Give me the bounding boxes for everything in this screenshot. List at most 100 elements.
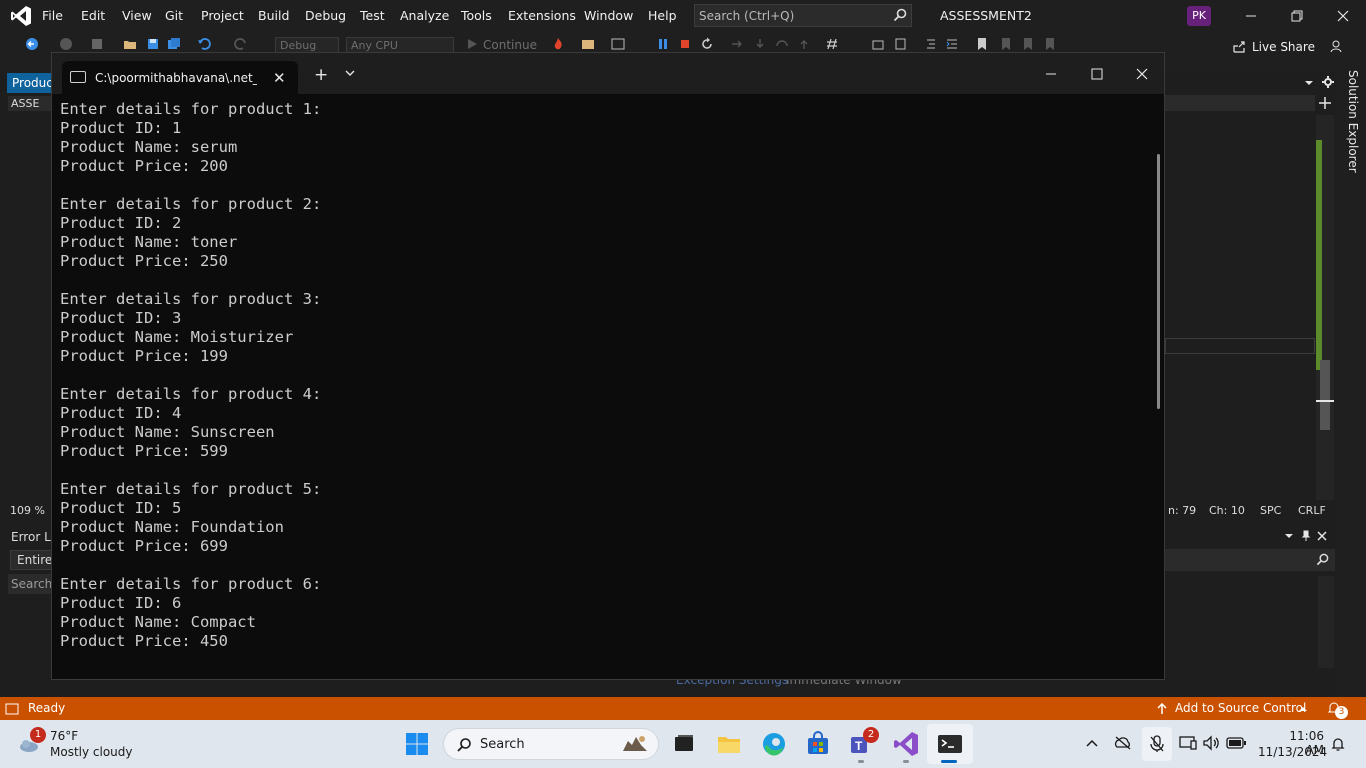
notification-center-bell-icon[interactable] <box>1330 736 1346 752</box>
vs-search-box[interactable]: Search (Ctrl+Q) <box>694 4 912 27</box>
chevron-up-icon[interactable] <box>1298 705 1308 713</box>
terminal-taskbar-icon[interactable] <box>936 730 964 758</box>
editor-tab-product[interactable]: Product <box>7 73 57 93</box>
menu-item-edit[interactable]: Edit <box>81 8 105 23</box>
terminal-tab[interactable]: C:\poormithabhavana\.net_tra ✕ <box>62 61 298 94</box>
bookmark-icon[interactable] <box>975 37 989 51</box>
terminal-close-icon[interactable] <box>1133 65 1151 83</box>
undo-icon[interactable] <box>197 37 211 51</box>
clock-date[interactable]: 11/13/2024 <box>1258 745 1327 759</box>
terminal-title-bar[interactable]: C:\poormithabhavana\.net_tra ✕ + <box>52 53 1164 94</box>
clear-bookmarks-icon[interactable] <box>1042 37 1056 51</box>
menu-item-file[interactable]: File <box>42 8 63 23</box>
column-number[interactable]: Ch: 10 <box>1209 504 1245 517</box>
open-folder-icon[interactable] <box>123 37 137 51</box>
menu-item-test[interactable]: Test <box>360 8 385 23</box>
menu-item-build[interactable]: Build <box>258 8 289 23</box>
error-list-scrollbar[interactable] <box>1318 576 1334 668</box>
menu-item-analyze[interactable]: Analyze <box>400 8 449 23</box>
weather-description[interactable]: Mostly cloudy <box>50 745 133 759</box>
navigate-back-icon[interactable] <box>25 37 39 51</box>
editor-scroll-thumb[interactable] <box>1320 360 1330 430</box>
hex-display-icon[interactable] <box>825 37 839 51</box>
breakpoint-settings-icon[interactable] <box>871 37 885 51</box>
zoom-level[interactable]: 109 % <box>10 504 45 517</box>
add-to-source-control-button[interactable]: Add to Source Control <box>1175 701 1306 715</box>
weather-temperature[interactable]: 76°F <box>50 729 78 743</box>
restore-icon[interactable] <box>1287 6 1307 26</box>
feedback-icon[interactable] <box>1330 39 1344 53</box>
terminal-maximize-icon[interactable] <box>1088 65 1106 83</box>
windows-start-icon[interactable] <box>405 732 429 756</box>
member-navigation-combo[interactable] <box>1165 95 1315 111</box>
file-explorer-icon[interactable] <box>715 730 743 758</box>
save-icon[interactable] <box>146 37 160 51</box>
onedrive-offline-icon[interactable] <box>1114 735 1132 751</box>
terminal-scrollbar[interactable] <box>1157 154 1160 409</box>
whitespace-mode[interactable]: SPC <box>1260 504 1281 517</box>
close-icon[interactable] <box>1333 6 1353 26</box>
menu-item-view[interactable]: View <box>122 8 152 23</box>
menu-item-debug[interactable]: Debug <box>305 8 346 23</box>
visual-studio-taskbar-icon[interactable] <box>892 730 920 758</box>
gear-icon[interactable] <box>1321 75 1335 89</box>
continue-button[interactable]: Continue <box>483 38 537 52</box>
chevron-down-icon[interactable] <box>344 67 356 79</box>
live-share-button[interactable]: Live Share <box>1252 40 1315 54</box>
step-out-icon[interactable] <box>797 37 811 51</box>
pin-icon[interactable] <box>1300 530 1312 542</box>
restart-icon[interactable] <box>700 37 714 51</box>
microsoft-store-icon[interactable] <box>804 730 832 758</box>
menu-item-extensions[interactable]: Extensions <box>508 8 576 23</box>
line-number[interactable]: n: 79 <box>1168 504 1196 517</box>
next-bookmark-icon[interactable] <box>1020 37 1034 51</box>
tab-close-icon[interactable]: ✕ <box>273 69 286 87</box>
solution-explorer-tab[interactable]: Solution Explorer <box>1340 70 1360 190</box>
output-icon[interactable] <box>5 703 19 715</box>
error-scope-combo[interactable]: Entire <box>10 550 56 570</box>
editor-right-pane[interactable] <box>1165 70 1335 528</box>
menu-item-window[interactable]: Window <box>584 8 633 23</box>
display-icon[interactable] <box>1179 735 1197 751</box>
browse-icon[interactable] <box>581 37 595 51</box>
new-tab-icon[interactable]: + <box>314 67 328 84</box>
window-options-dropdown-icon[interactable] <box>1303 79 1315 87</box>
menu-item-project[interactable]: Project <box>201 8 244 23</box>
navigate-forward-icon[interactable] <box>59 37 73 51</box>
line-ending[interactable]: CRLF <box>1298 504 1326 517</box>
visual-studio-logo-icon[interactable] <box>10 5 32 27</box>
menu-item-tools[interactable]: Tools <box>461 8 492 23</box>
edge-browser-icon[interactable] <box>760 730 788 758</box>
minimize-icon[interactable] <box>1241 6 1261 26</box>
indent-icon[interactable] <box>945 37 959 51</box>
chevron-up-icon[interactable] <box>1085 737 1099 749</box>
microphone-muted-icon[interactable] <box>1149 735 1165 753</box>
step-over-icon[interactable] <box>775 37 789 51</box>
redo-icon[interactable] <box>234 37 248 51</box>
save-all-icon[interactable] <box>167 37 181 51</box>
split-editor-icon[interactable] <box>1318 96 1332 110</box>
speaker-icon[interactable] <box>1202 735 1220 751</box>
project-navigation-combo[interactable]: ASSE <box>8 96 56 111</box>
taskbar-search[interactable]: Search <box>443 728 659 760</box>
new-project-icon[interactable] <box>90 37 104 51</box>
pause-icon[interactable] <box>656 37 670 51</box>
task-view-icon[interactable] <box>670 730 698 758</box>
menu-item-help[interactable]: Help <box>648 8 677 23</box>
show-next-statement-icon[interactable] <box>730 37 744 51</box>
pane-close-icon[interactable] <box>1316 530 1328 542</box>
hot-reload-icon[interactable] <box>551 37 565 51</box>
terminal-window[interactable]: C:\poormithabhavana\.net_tra ✕ + Enter d… <box>51 52 1165 680</box>
battery-charging-icon[interactable] <box>1226 737 1246 749</box>
pane-dropdown-icon[interactable] <box>1284 532 1294 540</box>
stop-icon[interactable] <box>678 37 692 51</box>
terminal-output-area[interactable]: Enter details for product 1: Product ID: … <box>52 94 1164 679</box>
error-list-search-box[interactable] <box>1165 549 1335 571</box>
solution-view-icon[interactable] <box>893 37 907 51</box>
diagnostics-icon[interactable] <box>611 37 625 51</box>
menu-item-git[interactable]: Git <box>165 8 183 23</box>
previous-bookmark-icon[interactable] <box>998 37 1012 51</box>
continue-play-icon[interactable] <box>465 37 479 51</box>
terminal-minimize-icon[interactable] <box>1042 65 1060 83</box>
step-into-icon[interactable] <box>753 37 767 51</box>
